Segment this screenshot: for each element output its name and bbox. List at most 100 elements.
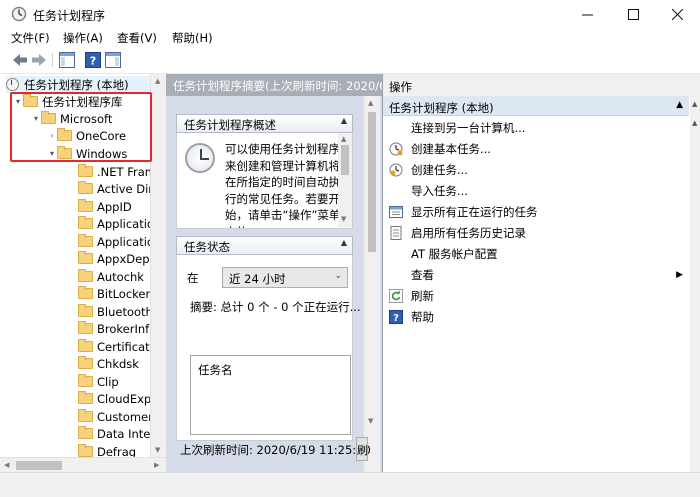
back-arrow-icon[interactable] xyxy=(11,51,29,69)
tree-item-windows-child[interactable]: Bluetooth xyxy=(78,303,153,320)
running-tasks-icon xyxy=(388,204,404,220)
tree-item-label: Clip xyxy=(97,374,119,389)
tree-item-windows-child[interactable]: Certificate xyxy=(78,338,157,355)
menu-action[interactable]: 操作(A) xyxy=(63,30,103,46)
action-enable-history[interactable]: 启用所有任务历史记录 xyxy=(383,222,683,243)
action-refresh[interactable]: 刷新 xyxy=(383,285,683,306)
show-hide-action-pane-icon[interactable] xyxy=(104,51,122,69)
action-connect-computer[interactable]: 连接到另一台计算机... xyxy=(383,117,683,138)
tree-item-windows-child[interactable]: CloudExpe xyxy=(78,390,158,407)
tree-vertical-scrollbar[interactable]: ▲ ▼ xyxy=(150,74,166,457)
refresh-button[interactable]: 刷 xyxy=(356,437,368,461)
help-icon[interactable]: ? xyxy=(84,51,102,69)
vertical-scroll-thumb[interactable] xyxy=(341,145,349,175)
tree-item-windows-child[interactable]: Active Dire xyxy=(78,180,160,197)
scroll-down-arrow-icon[interactable]: ▼ xyxy=(368,417,373,425)
tree-item-label: Customer xyxy=(97,409,153,424)
tree-item-windows-child[interactable]: Clip xyxy=(78,373,119,390)
overview-section-header[interactable]: 任务计划程序概述 ▲ xyxy=(176,114,353,133)
window-title: 任务计划程序 xyxy=(33,9,106,23)
right-edge-scrollbar[interactable]: ▲ ▲ xyxy=(690,74,700,472)
list-column-header: 任务名 xyxy=(198,363,233,377)
tree-item-windows-child[interactable]: Data Integ xyxy=(78,425,158,442)
tree-horizontal-scrollbar[interactable]: ◀ ▶ xyxy=(0,457,166,472)
scroll-left-arrow-icon[interactable]: ◀ xyxy=(4,461,9,469)
collapse-caret-icon[interactable]: ▲ xyxy=(692,100,697,108)
folder-icon xyxy=(78,234,93,247)
tree-item-windows-child[interactable]: Customer xyxy=(78,408,153,425)
scroll-up-arrow-icon[interactable]: ▲ xyxy=(341,135,346,143)
folder-icon xyxy=(78,286,93,299)
tree-item-label: Certificate xyxy=(97,339,157,354)
action-show-running-tasks[interactable]: 显示所有正在运行的任务 xyxy=(383,201,683,222)
tree-item-root[interactable]: 任务计划程序 (本地) xyxy=(6,76,150,93)
action-create-basic-task[interactable]: 创建基本任务... xyxy=(383,138,683,159)
forward-arrow-icon[interactable] xyxy=(30,51,48,69)
blank-icon xyxy=(388,267,404,283)
scroll-down-arrow-icon[interactable]: ▼ xyxy=(155,446,160,454)
action-view[interactable]: 查看 ▶ xyxy=(383,264,683,285)
horizontal-scroll-thumb[interactable] xyxy=(16,461,62,470)
tree-item-label: Defrag xyxy=(97,444,137,458)
time-range-dropdown[interactable]: 近 24 小时 ⌄ xyxy=(222,267,348,288)
create-basic-task-icon xyxy=(388,141,404,157)
tree-item-windows-child[interactable]: Application xyxy=(78,215,161,232)
tree-item-windows-child[interactable]: .NET Fram xyxy=(78,163,156,180)
task-status-section-header[interactable]: 任务状态 ▲ xyxy=(176,236,353,255)
action-at-service-account[interactable]: AT 服务帐户配置 xyxy=(383,243,683,264)
minimize-button[interactable] xyxy=(564,0,610,29)
overview-description: 可以使用任务计划程序来创建和管理计算机将在所指定的时间自动执行的常见任务。若要开… xyxy=(225,142,341,228)
maximize-button[interactable] xyxy=(610,0,656,29)
scroll-up-arrow-icon[interactable]: ▲ xyxy=(368,99,373,107)
tree-item-windows-child[interactable]: AppID xyxy=(78,198,132,215)
scroll-up-arrow-icon[interactable]: ▲ xyxy=(155,77,160,85)
tree-item-windows-child[interactable]: AppxDeplo xyxy=(78,250,160,267)
tree-item-windows-child[interactable]: BitLocker xyxy=(78,285,150,302)
time-range-value: 近 24 小时 xyxy=(229,272,286,286)
tree-item-windows-child[interactable]: BrokerInfra xyxy=(78,320,161,337)
tree-item-label: AppID xyxy=(97,199,132,214)
action-create-task[interactable]: 创建任务... xyxy=(383,159,683,180)
task-name-list[interactable]: 任务名 xyxy=(190,355,351,435)
scroll-down-arrow-icon[interactable]: ▼ xyxy=(341,215,346,223)
title-bar: 任务计划程序 xyxy=(0,0,700,29)
folder-icon xyxy=(78,181,93,194)
action-group-label: 任务计划程序 (本地) xyxy=(389,101,494,115)
menu-help[interactable]: 帮助(H) xyxy=(172,30,213,46)
section-title: 任务状态 xyxy=(184,240,230,254)
action-label: 连接到另一台计算机... xyxy=(411,120,526,135)
toolbar: ? xyxy=(0,47,700,73)
tree-item-windows-child[interactable]: Application xyxy=(78,233,161,250)
tree-item-windows-child[interactable]: Autochk xyxy=(78,268,144,285)
menu-view[interactable]: 查看(V) xyxy=(117,30,157,46)
action-help[interactable]: ? 帮助 xyxy=(383,306,683,327)
blank-icon xyxy=(388,120,404,136)
overview-section-body: 可以使用任务计划程序来创建和管理计算机将在所指定的时间自动执行的常见任务。若要开… xyxy=(176,133,353,229)
chevron-down-icon: ⌄ xyxy=(334,271,342,281)
show-hide-console-tree-icon[interactable] xyxy=(58,51,76,69)
scroll-right-arrow-icon[interactable]: ▶ xyxy=(154,461,159,469)
close-button[interactable] xyxy=(654,0,700,29)
folder-icon xyxy=(78,216,93,229)
folder-icon xyxy=(78,269,93,282)
summary-vertical-scrollbar[interactable]: ▲ ▼ xyxy=(364,96,380,472)
highlight-annotation-box xyxy=(10,92,152,162)
action-group-header[interactable]: 任务计划程序 (本地) ▲ xyxy=(383,96,689,116)
clock-icon xyxy=(185,143,215,173)
tree-item-windows-child[interactable]: Chkdsk xyxy=(78,355,139,372)
action-import-task[interactable]: 导入任务... xyxy=(383,180,683,201)
menu-bar: 文件(F) 操作(A) 查看(V) 帮助(H) xyxy=(0,29,700,47)
folder-icon xyxy=(78,199,93,212)
range-label: 在 xyxy=(187,271,199,285)
collapse-caret-icon[interactable]: ▲ xyxy=(341,116,347,125)
overview-scrollbar[interactable]: ▲ ▼ xyxy=(338,133,352,227)
collapse-caret-icon[interactable]: ▲ xyxy=(341,238,347,247)
vertical-scroll-thumb[interactable] xyxy=(368,112,376,252)
collapse-caret-icon[interactable]: ▲ xyxy=(676,100,683,110)
tree-item-windows-child[interactable]: Defrag xyxy=(78,443,136,457)
section-title: 任务计划程序概述 xyxy=(184,118,276,132)
menu-file[interactable]: 文件(F) xyxy=(11,30,50,46)
action-label: 显示所有正在运行的任务 xyxy=(411,204,538,219)
blank-icon xyxy=(388,183,404,199)
summary-header: 任务计划程序摘要(上次刷新时间: 2020/6/19 xyxy=(166,74,382,96)
